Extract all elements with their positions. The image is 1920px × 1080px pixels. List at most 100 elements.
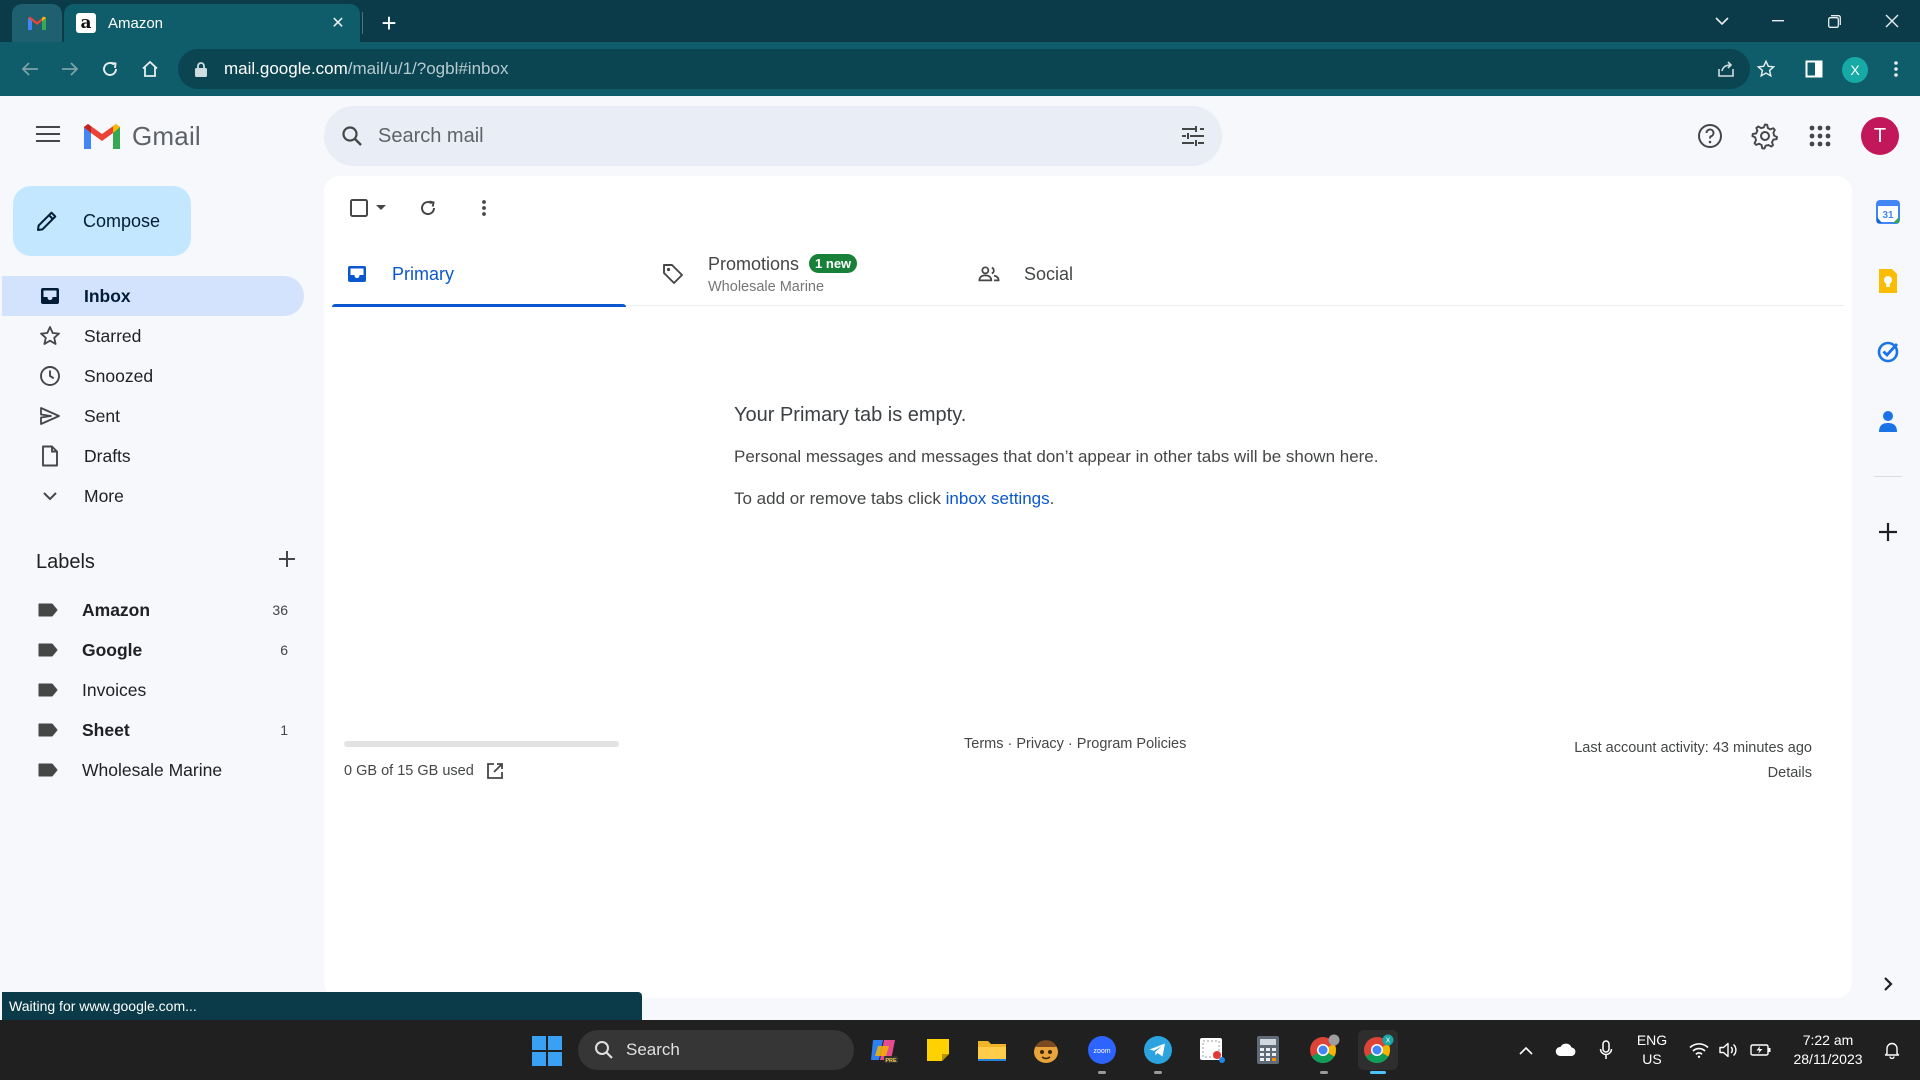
- open-in-new-icon[interactable]: [486, 762, 504, 780]
- cloud-icon: [1555, 1043, 1576, 1056]
- main-menu-button[interactable]: [32, 118, 64, 150]
- google-apps-button[interactable]: [1802, 118, 1838, 154]
- share-button[interactable]: [1710, 53, 1742, 85]
- label-icon: [38, 763, 58, 777]
- search-input[interactable]: [378, 124, 1180, 148]
- label-count: 1: [280, 722, 288, 738]
- side-panel-button[interactable]: [1798, 53, 1830, 85]
- contacts-app-button[interactable]: [1872, 405, 1904, 437]
- loading-status: Waiting for www.google.com...: [2, 992, 642, 1020]
- label-item-amazon[interactable]: Amazon 36: [0, 590, 300, 630]
- reload-icon: [103, 62, 117, 76]
- tab-close-icon[interactable]: ✕: [328, 13, 348, 33]
- start-button[interactable]: [532, 1036, 562, 1066]
- taskbar-file-explorer[interactable]: [972, 1030, 1012, 1070]
- labels-header: Labels: [36, 550, 296, 574]
- taskbar-snipping-tool[interactable]: [1192, 1030, 1232, 1070]
- label-item-wholesale-marine[interactable]: Wholesale Marine: [0, 750, 300, 790]
- address-bar[interactable]: mail.google.com/mail/u/1/?ogbl#inbox: [178, 49, 1750, 89]
- sidebar-item-inbox[interactable]: Inbox: [2, 276, 304, 316]
- tab-promotions[interactable]: Promotions 1 new Wholesale Marine: [648, 242, 942, 306]
- taskbar-zoom[interactable]: zoom: [1082, 1030, 1122, 1074]
- reload-button[interactable]: [94, 53, 126, 85]
- volume-status[interactable]: [1716, 1020, 1742, 1080]
- microphone-icon: [1599, 1040, 1613, 1059]
- help-icon: [1698, 124, 1722, 148]
- label-item-google[interactable]: Google 6: [0, 630, 300, 670]
- close-window-button[interactable]: [1864, 0, 1920, 42]
- empty-description: Personal messages and messages that don’…: [734, 447, 1379, 466]
- tasks-app-button[interactable]: [1872, 335, 1904, 367]
- chrome-menu-button[interactable]: [1880, 53, 1912, 85]
- show-hidden-icons-button[interactable]: [1512, 1020, 1540, 1080]
- bookmark-button[interactable]: [1750, 53, 1782, 85]
- empty-hint-suffix: .: [1049, 489, 1055, 508]
- app-character-icon: [1034, 1040, 1058, 1063]
- arrow-left-icon: [21, 62, 38, 76]
- account-avatar[interactable]: T: [1861, 117, 1899, 155]
- new-tab-button[interactable]: +: [374, 8, 404, 38]
- wifi-status[interactable]: [1686, 1020, 1712, 1080]
- forward-button[interactable]: [54, 53, 86, 85]
- microphone-button[interactable]: [1592, 1020, 1620, 1080]
- taskbar-telegram[interactable]: [1138, 1030, 1178, 1074]
- refresh-button[interactable]: [410, 190, 446, 226]
- footer-links[interactable]: Terms · Privacy · Program Policies: [964, 736, 1186, 752]
- inbox-settings-link[interactable]: inbox settings: [946, 489, 1050, 508]
- onedrive-button[interactable]: [1550, 1020, 1582, 1080]
- notifications-button[interactable]: [1878, 1020, 1906, 1080]
- taskbar-chrome-profile-1[interactable]: [1304, 1030, 1344, 1074]
- settings-button[interactable]: [1747, 118, 1783, 154]
- plus-icon: [1879, 523, 1897, 541]
- support-button[interactable]: [1692, 118, 1728, 154]
- sidebar-item-snoozed[interactable]: Snoozed: [2, 356, 304, 396]
- windows-taskbar: Search PRE zoom X ENG US 7:22 am 28/11/2…: [0, 1020, 1920, 1080]
- search-icon[interactable]: [340, 124, 364, 148]
- url-path: /mail/u/1/?ogbl#inbox: [347, 59, 509, 78]
- sidebar-item-starred[interactable]: Starred: [2, 316, 304, 356]
- minimize-button[interactable]: [1750, 0, 1806, 42]
- profile-button[interactable]: X: [1842, 57, 1868, 83]
- sidebar-item-more[interactable]: More: [2, 476, 304, 516]
- sidebar-item-sent[interactable]: Sent: [2, 396, 304, 436]
- taskbar-search[interactable]: Search: [578, 1030, 854, 1070]
- taskbar-calculator[interactable]: [1248, 1030, 1288, 1070]
- label-item-invoices[interactable]: Invoices: [0, 670, 300, 710]
- home-button[interactable]: [134, 53, 166, 85]
- taskbar-app-character[interactable]: [1026, 1030, 1066, 1070]
- show-side-panel-button[interactable]: [1872, 968, 1904, 1000]
- calendar-app-button[interactable]: 31: [1872, 196, 1904, 228]
- gmail-logo[interactable]: Gmail: [82, 120, 201, 152]
- bell-icon: [1884, 1042, 1900, 1059]
- language-indicator[interactable]: ENG US: [1628, 1020, 1676, 1080]
- tab-social[interactable]: Social: [964, 242, 1258, 306]
- create-label-button[interactable]: [278, 550, 296, 574]
- label-item-sheet[interactable]: Sheet 1: [0, 710, 300, 750]
- tab-amazon[interactable]: a Amazon ✕: [64, 4, 360, 42]
- search-bar[interactable]: [324, 106, 1222, 166]
- caret-down-icon[interactable]: [376, 205, 386, 211]
- tab-gmail[interactable]: [12, 4, 62, 42]
- compose-button[interactable]: Compose: [13, 186, 191, 256]
- back-button[interactable]: [14, 53, 46, 85]
- sidebar-nav: Inbox Starred Snoozed Sent Drafts More: [0, 276, 304, 516]
- people-icon: [978, 263, 1000, 285]
- details-link[interactable]: Details: [1574, 761, 1812, 786]
- label-icon: [38, 723, 58, 737]
- more-options-button[interactable]: [466, 190, 502, 226]
- storage-bar[interactable]: [344, 741, 619, 747]
- clock[interactable]: 7:22 am 28/11/2023: [1782, 1020, 1874, 1080]
- select-checkbox[interactable]: [344, 190, 392, 226]
- taskbar-copilot[interactable]: PRE: [864, 1030, 904, 1070]
- keep-app-button[interactable]: [1872, 265, 1904, 297]
- tab-search-icon[interactable]: [1694, 0, 1750, 42]
- battery-status[interactable]: [1748, 1020, 1774, 1080]
- restore-button[interactable]: [1806, 0, 1862, 42]
- get-addons-button[interactable]: [1872, 516, 1904, 548]
- contacts-icon: [1879, 411, 1897, 432]
- taskbar-chrome-profile-2[interactable]: X: [1358, 1030, 1398, 1074]
- filter-options-icon[interactable]: [1180, 124, 1206, 148]
- taskbar-sticky-notes[interactable]: [918, 1030, 958, 1070]
- sidebar-item-drafts[interactable]: Drafts: [2, 436, 304, 476]
- tab-primary[interactable]: Primary: [332, 242, 626, 307]
